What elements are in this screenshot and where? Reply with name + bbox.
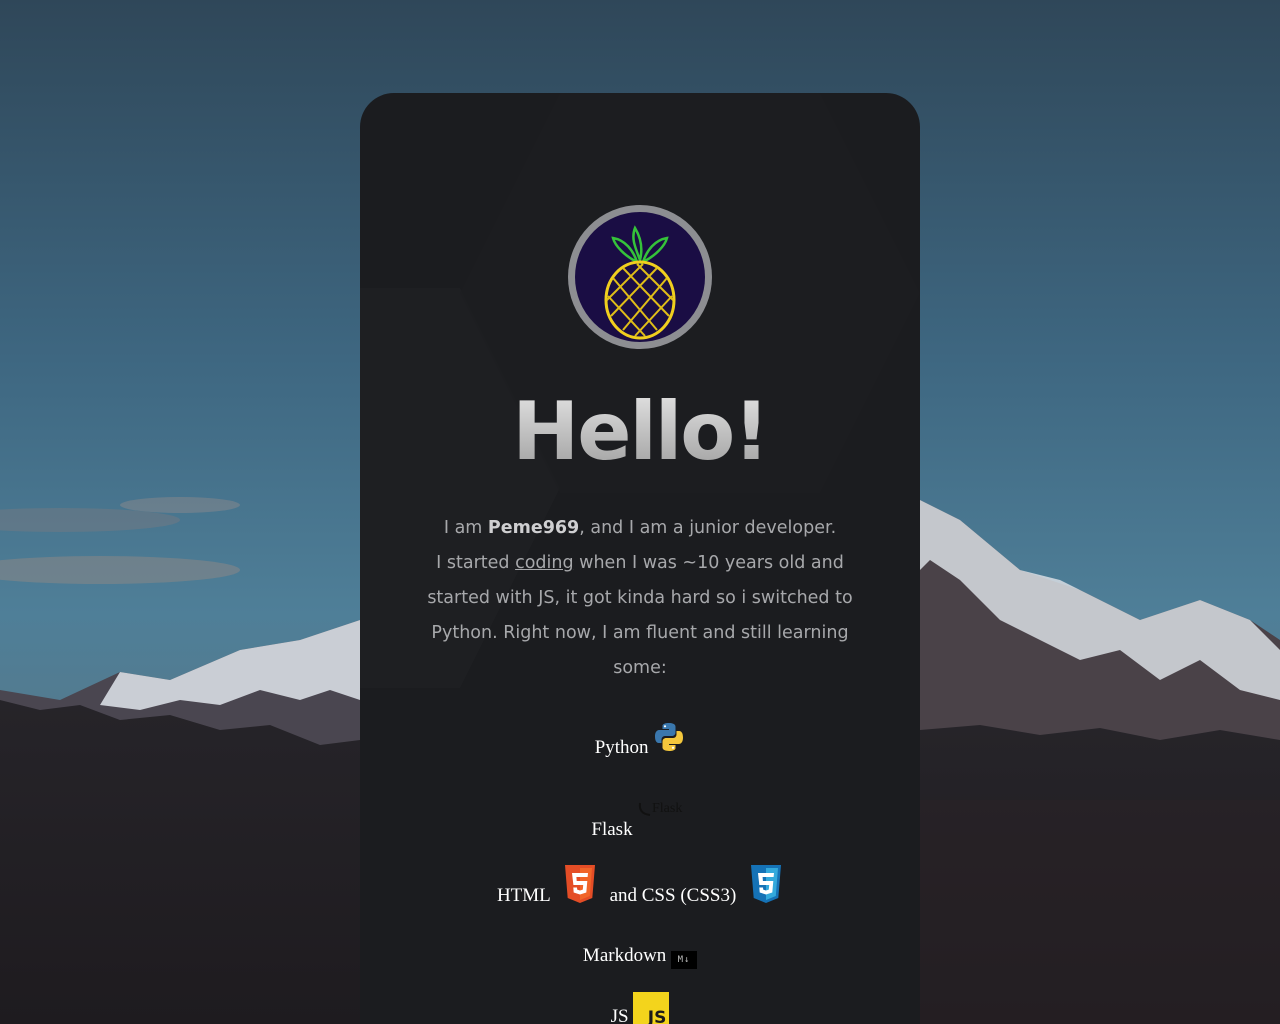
css3-icon	[751, 865, 782, 903]
skill-python-label: Python	[594, 737, 649, 758]
avatar	[568, 205, 712, 349]
coding-link[interactable]: coding	[515, 553, 574, 573]
skill-flask: Flask	[360, 819, 920, 841]
skill-html-css: HTML and CSS (CSS3)	[360, 865, 920, 907]
skill-js-label: JS	[610, 1006, 629, 1024]
skill-css-label: and CSS (CSS3)	[609, 885, 737, 906]
flask-icon-alt-text: Flask	[652, 801, 683, 816]
html5-icon	[564, 865, 595, 903]
js-badge-text: JS	[647, 1008, 667, 1024]
skill-markdown-label: Markdown	[582, 945, 667, 966]
skill-markdown: Markdown M↓	[360, 945, 920, 969]
intro-line2-prefix: I started	[436, 553, 516, 573]
skill-js: JS JS	[360, 992, 920, 1024]
pineapple-icon	[604, 225, 676, 340]
markdown-icon: M↓	[671, 951, 698, 969]
skill-html-label: HTML	[496, 885, 551, 906]
python-icon	[655, 723, 684, 751]
intro-text: I am Peme969, and I am a junior develope…	[424, 511, 856, 686]
skill-python: Python	[360, 721, 920, 759]
intro-prefix: I am	[443, 518, 488, 538]
intro-line1-suffix: , and I am a junior developer.	[579, 518, 837, 538]
username: Peme969	[487, 518, 580, 538]
skill-flask-label: Flask	[591, 819, 633, 840]
javascript-icon: JS	[633, 992, 670, 1024]
profile-card: Hello! I am Peme969, and I am a junior d…	[360, 93, 920, 1024]
page-title: Hello!	[360, 385, 920, 478]
flask-icon: Flask	[638, 800, 682, 817]
